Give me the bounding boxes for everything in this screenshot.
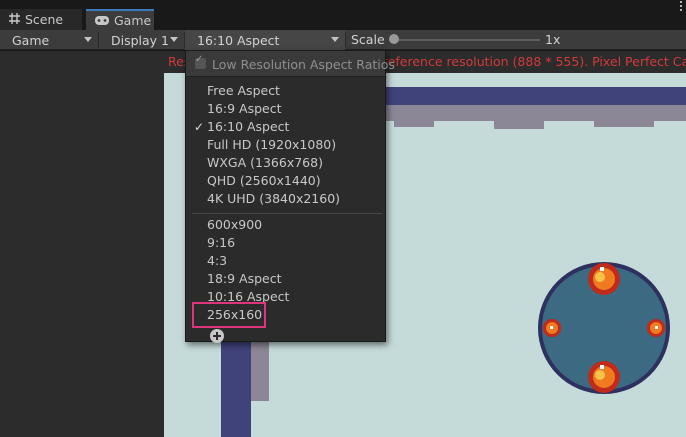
aspect-menu: ✓ Low Resolution Aspect Ratios ✓ Free As…	[185, 50, 395, 343]
display-label: Display 1	[111, 32, 170, 48]
tab-scene[interactable]: Scene	[0, 9, 82, 30]
low-res-aspect-label: Low Resolution Aspect Ratios	[212, 57, 395, 72]
scale-slider-thumb[interactable]	[389, 34, 399, 44]
checkmark-icon: ✓	[194, 120, 205, 134]
highlight-box	[192, 302, 266, 328]
chevron-down-icon	[331, 37, 339, 42]
tab-menu-icon[interactable]	[676, 0, 686, 12]
game-toolbar: Game Display 1 16:10 Aspect Scale 1x	[0, 30, 686, 50]
chevron-down-icon	[84, 37, 92, 42]
view-mode-dropdown[interactable]: Game	[0, 30, 98, 50]
cave-ceiling-bump	[594, 117, 654, 127]
menu-item-16-10-aspect[interactable]: 16:10 Aspect	[207, 118, 289, 136]
scale-label: Scale	[351, 32, 385, 47]
grid-icon	[9, 12, 20, 27]
checkmark-icon: ✓	[195, 54, 204, 65]
menu-item-600x900[interactable]: 600x900	[207, 216, 262, 234]
side-panel	[0, 51, 164, 437]
gamepad-icon	[95, 13, 109, 28]
tab-game-label: Game	[114, 13, 152, 28]
fire-orb-sprite	[534, 257, 674, 399]
menu-item-4k-uhd[interactable]: 4K UHD (3840x2160)	[207, 190, 340, 208]
chevron-down-icon	[170, 37, 178, 42]
view-mode-label: Game	[12, 32, 50, 48]
menu-item-qhd[interactable]: QHD (2560x1440)	[207, 172, 321, 190]
scale-value: 1x	[545, 32, 561, 47]
menu-item-4-3[interactable]: 4:3	[207, 252, 227, 270]
menu-item-full-hd[interactable]: Full HD (1920x1080)	[207, 136, 336, 154]
tab-strip: Scene Game	[0, 0, 686, 30]
tab-scene-label: Scene	[25, 12, 64, 27]
display-dropdown[interactable]: Display 1	[99, 30, 184, 50]
menu-item-free-aspect[interactable]: Free Aspect	[207, 82, 280, 100]
add-resolution-icon[interactable]	[210, 329, 224, 343]
scale-slider-track[interactable]	[393, 39, 540, 41]
menu-divider	[192, 213, 382, 214]
aspect-dropdown[interactable]: 16:10 Aspect	[185, 30, 345, 50]
aspect-label: 16:10 Aspect	[197, 32, 280, 48]
menu-item-wxga[interactable]: WXGA (1366x768)	[207, 154, 323, 172]
cave-ceiling-bump	[494, 117, 544, 129]
tab-game[interactable]: Game	[86, 9, 154, 30]
cave-pillar	[221, 341, 251, 437]
menu-item-16-9-aspect[interactable]: 16:9 Aspect	[207, 100, 282, 118]
menu-item-9-16[interactable]: 9:16	[207, 234, 235, 252]
menu-item-18-9-aspect[interactable]: 18:9 Aspect	[207, 270, 282, 288]
cave-ceiling-bump	[394, 117, 434, 127]
cave-pillar-edge	[251, 341, 269, 401]
low-res-aspect-toggle[interactable]: ✓ Low Resolution Aspect Ratios	[186, 51, 395, 77]
toolbar-divider	[345, 32, 346, 48]
